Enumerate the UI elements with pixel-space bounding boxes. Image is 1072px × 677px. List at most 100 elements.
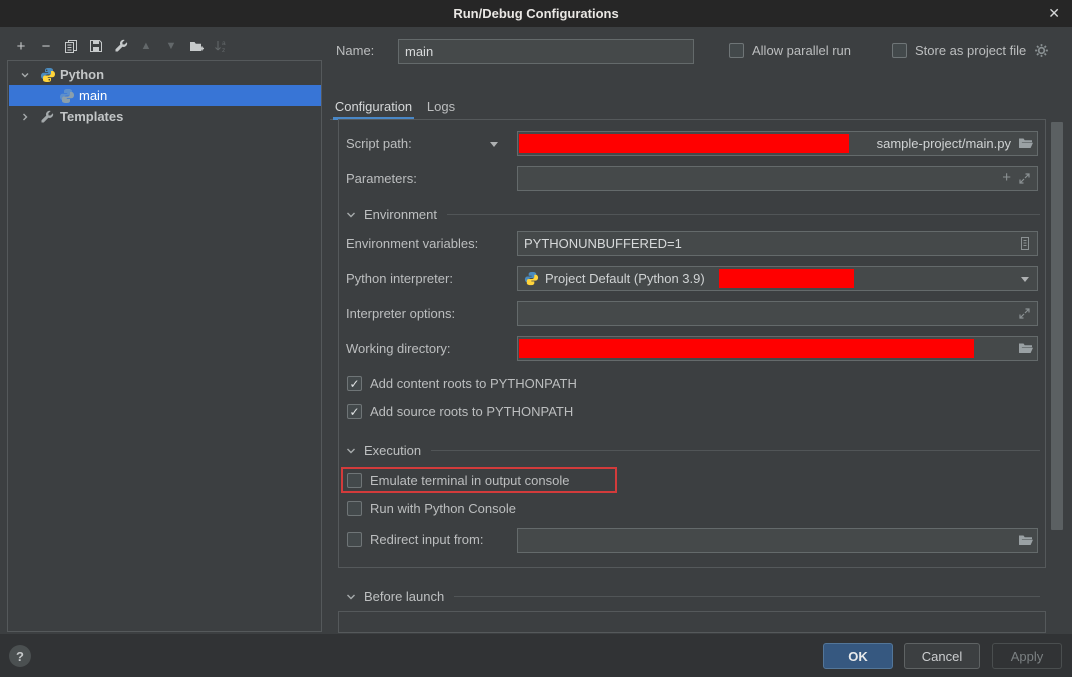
chevron-down-icon[interactable] xyxy=(1021,277,1029,282)
folder-icon[interactable] xyxy=(1018,137,1033,150)
environment-variables-value: PYTHONUNBUFFERED=1 xyxy=(524,236,682,251)
add-source-roots-checkbox[interactable]: ✓ xyxy=(347,404,362,419)
run-with-python-console-row: Run with Python Console xyxy=(347,501,516,516)
redirect-input-row: Redirect input from: xyxy=(347,532,483,547)
cancel-label: Cancel xyxy=(922,649,962,664)
tree-item-label: main xyxy=(79,88,107,103)
name-value: main xyxy=(405,44,433,59)
add-source-roots-row: ✓ Add source roots to PYTHONPATH xyxy=(347,404,573,419)
sort-alphabetically-icon[interactable]: az xyxy=(212,37,230,55)
remove-configuration-button[interactable]: − xyxy=(37,37,55,55)
run-with-python-console-checkbox[interactable] xyxy=(347,501,362,516)
cancel-button[interactable]: Cancel xyxy=(904,643,980,669)
store-as-project-file-checkbox[interactable] xyxy=(892,43,907,58)
create-folder-button[interactable] xyxy=(187,37,205,55)
tab-logs[interactable]: Logs xyxy=(414,95,468,117)
folder-icon[interactable] xyxy=(1018,534,1033,547)
python-icon xyxy=(40,67,56,83)
edit-templates-button[interactable] xyxy=(112,37,130,55)
environment-variables-input[interactable]: PYTHONUNBUFFERED=1 xyxy=(517,231,1038,256)
section-collapse-icon[interactable] xyxy=(346,592,356,602)
tree-item-label: Templates xyxy=(60,109,123,124)
section-title: Environment xyxy=(364,207,437,222)
allow-parallel-run-checkbox[interactable] xyxy=(729,43,744,58)
execution-section-header[interactable]: Execution xyxy=(346,443,1040,458)
new-folder-icon xyxy=(189,39,204,53)
question-icon: ? xyxy=(16,649,24,664)
python-interpreter-label: Python interpreter: xyxy=(346,271,453,286)
interpreter-options-label: Interpreter options: xyxy=(346,306,455,321)
section-collapse-icon[interactable] xyxy=(346,210,356,220)
redaction-block xyxy=(519,134,849,153)
working-directory-label: Working directory: xyxy=(346,341,451,356)
configurations-tree: Python main Templates xyxy=(7,60,322,632)
python-interpreter-select[interactable]: Project Default (Python 3.9) xyxy=(517,266,1038,291)
folder-icon[interactable] xyxy=(1018,342,1033,355)
save-configuration-button[interactable] xyxy=(87,37,105,55)
script-path-mode-dropdown-icon[interactable] xyxy=(490,142,498,147)
copy-icon xyxy=(64,39,78,53)
tree-item-templates[interactable]: Templates xyxy=(9,106,321,127)
working-directory-input[interactable] xyxy=(517,336,1038,361)
apply-button[interactable]: Apply xyxy=(992,643,1062,669)
emulate-terminal-row: Emulate terminal in output console xyxy=(347,473,569,488)
plus-icon: + xyxy=(17,38,26,55)
add-content-roots-checkbox[interactable]: ✓ xyxy=(347,376,362,391)
chevron-right-icon[interactable] xyxy=(20,112,32,122)
store-as-project-file-row: Store as project file xyxy=(892,43,1049,58)
dialog-title: Run/Debug Configurations xyxy=(453,6,618,21)
python-interpreter-value: Project Default (Python 3.9) xyxy=(545,271,705,286)
tree-item-label: Python xyxy=(60,67,104,82)
tab-label: Logs xyxy=(427,99,455,114)
name-input[interactable]: main xyxy=(398,39,694,64)
insert-macros-icon[interactable]: + xyxy=(1002,169,1011,186)
python-icon xyxy=(524,271,539,286)
add-source-roots-label: Add source roots to PYTHONPATH xyxy=(370,404,573,419)
allow-parallel-run-label: Allow parallel run xyxy=(752,43,851,58)
close-icon[interactable]: ✕ xyxy=(1048,0,1060,27)
expand-field-icon[interactable] xyxy=(1018,307,1031,320)
section-divider xyxy=(447,214,1040,215)
svg-text:z: z xyxy=(222,47,225,53)
tree-item-main[interactable]: main xyxy=(9,85,321,106)
emulate-terminal-checkbox[interactable] xyxy=(347,473,362,488)
tree-item-python[interactable]: Python xyxy=(9,64,321,85)
script-path-value: sample-project/main.py xyxy=(877,136,1031,151)
move-up-button[interactable]: ▲ xyxy=(137,37,155,55)
minus-icon: − xyxy=(42,38,51,55)
parameters-input[interactable]: + xyxy=(517,166,1038,191)
redirect-input-checkbox[interactable] xyxy=(347,532,362,547)
redirect-input-file-input[interactable] xyxy=(517,528,1038,553)
before-launch-task-list[interactable] xyxy=(338,611,1046,633)
ok-button[interactable]: OK xyxy=(823,643,893,669)
parameters-label: Parameters: xyxy=(346,171,417,186)
wrench-icon xyxy=(40,109,56,125)
tab-configuration[interactable]: Configuration xyxy=(333,95,414,117)
allow-parallel-run-row: Allow parallel run xyxy=(729,43,851,58)
copy-configuration-button[interactable] xyxy=(62,37,80,55)
run-with-python-console-label: Run with Python Console xyxy=(370,501,516,516)
gear-icon[interactable] xyxy=(1034,43,1049,58)
script-path-input[interactable]: sample-project/main.py xyxy=(517,131,1038,156)
section-title: Execution xyxy=(364,443,421,458)
name-label: Name: xyxy=(336,43,374,58)
move-down-button[interactable]: ▼ xyxy=(162,37,180,55)
store-as-project-file-label: Store as project file xyxy=(915,43,1026,58)
arrow-down-icon: ▼ xyxy=(166,40,177,52)
script-path-label: Script path: xyxy=(346,136,412,151)
check-icon: ✓ xyxy=(349,378,359,390)
add-configuration-button[interactable]: + xyxy=(12,37,30,55)
browse-variables-icon[interactable] xyxy=(1018,236,1032,251)
section-divider xyxy=(454,596,1040,597)
apply-label: Apply xyxy=(1011,649,1044,664)
chevron-down-icon[interactable] xyxy=(20,70,32,80)
vertical-scrollbar[interactable] xyxy=(1051,122,1063,530)
environment-section-header[interactable]: Environment xyxy=(346,207,1040,222)
check-icon: ✓ xyxy=(349,406,359,418)
before-launch-section-header[interactable]: Before launch xyxy=(346,589,1040,604)
section-divider xyxy=(431,450,1040,451)
section-collapse-icon[interactable] xyxy=(346,446,356,456)
expand-field-icon[interactable] xyxy=(1018,172,1031,185)
interpreter-options-input[interactable] xyxy=(517,301,1038,326)
help-button[interactable]: ? xyxy=(9,645,31,667)
